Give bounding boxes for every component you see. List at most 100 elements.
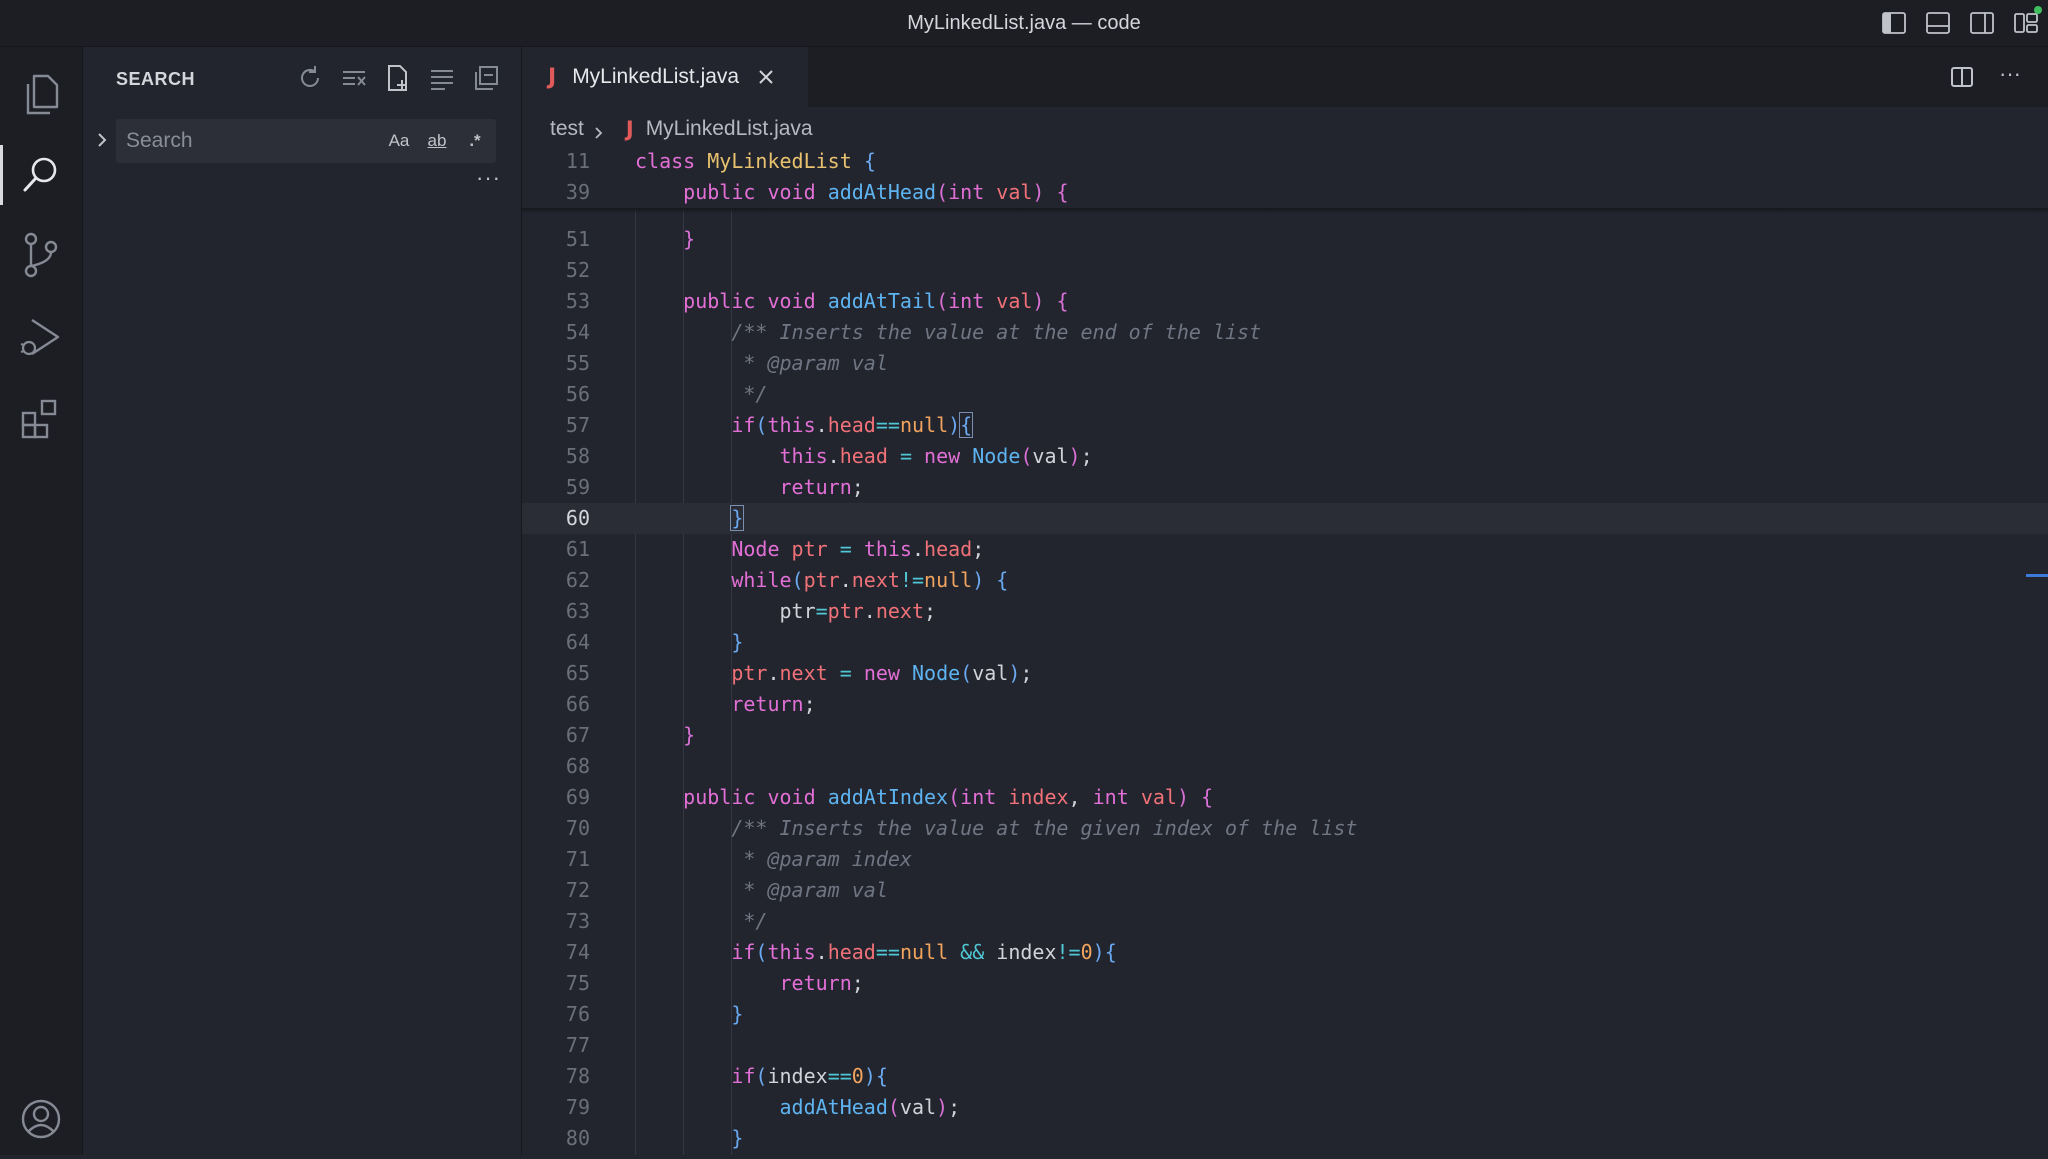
- line-number: 54: [565, 320, 590, 344]
- clear-results-icon[interactable]: [339, 63, 369, 93]
- search-input[interactable]: [126, 119, 366, 163]
- update-indicator-dot: [2034, 6, 2042, 14]
- code-line[interactable]: 70 /** Inserts the value at the given in…: [522, 813, 2048, 844]
- refresh-icon[interactable]: [295, 63, 325, 93]
- code-line[interactable]: 78 if(index==0){: [522, 1061, 2048, 1092]
- line-number: 53: [565, 289, 590, 313]
- code-line[interactable]: 56 */: [522, 379, 2048, 410]
- code-line[interactable]: 76 }: [522, 999, 2048, 1030]
- view-as-tree-icon[interactable]: [427, 63, 457, 93]
- code-line[interactable]: 79 addAtHead(val);: [522, 1092, 2048, 1123]
- match-case-toggle[interactable]: Aa: [384, 127, 414, 155]
- code-line[interactable]: 55 * @param val: [522, 348, 2048, 379]
- code-line[interactable]: 75 return;: [522, 968, 2048, 999]
- code-line[interactable]: 71 * @param index: [522, 844, 2048, 875]
- close-icon[interactable]: [755, 66, 777, 88]
- use-regex-toggle[interactable]: .*: [460, 127, 490, 155]
- code-line[interactable]: 65 ptr.next = new Node(val);: [522, 658, 2048, 689]
- line-content: public void addAtTail(int val) {: [683, 289, 1069, 313]
- line-number: 62: [565, 568, 590, 592]
- code-line[interactable]: 58 this.head = new Node(val);: [522, 441, 2048, 472]
- toggle-primary-sidebar-icon[interactable]: [1880, 10, 1908, 36]
- line-content: }: [730, 505, 745, 531]
- line-number: 78: [565, 1064, 590, 1088]
- line-number: 57: [565, 413, 590, 437]
- line-content: return;: [779, 475, 864, 499]
- tab-label: MyLinkedList.java: [572, 65, 740, 88]
- toggle-panel-icon[interactable]: [1924, 10, 1952, 36]
- code-line[interactable]: 52: [522, 255, 2048, 286]
- line-number: 56: [565, 382, 590, 406]
- code-editor[interactable]: 11 class MyLinkedList {39 public void add…: [522, 146, 2048, 1155]
- code-line[interactable]: 67 }: [522, 720, 2048, 751]
- code-line[interactable]: 66 return;: [522, 689, 2048, 720]
- line-number: 64: [565, 630, 590, 654]
- line-number: 55: [565, 351, 590, 375]
- toggle-secondary-sidebar-icon[interactable]: [1968, 10, 1996, 36]
- code-line[interactable]: 73 */: [522, 906, 2048, 937]
- code-line[interactable]: 11 class MyLinkedList {: [522, 146, 2048, 177]
- line-content: this.head = new Node(val);: [779, 444, 1093, 468]
- code-line[interactable]: 53 public void addAtTail(int val) {: [522, 286, 2048, 317]
- toggle-replace-chevron-icon[interactable]: [91, 129, 113, 151]
- breadcrumb-folder[interactable]: test: [550, 117, 584, 141]
- line-content: public void addAtHead(int val) {: [683, 180, 1069, 204]
- new-search-editor-icon[interactable]: [383, 63, 413, 93]
- code-line[interactable]: 69 public void addAtIndex(int index, int…: [522, 782, 2048, 813]
- code-line[interactable]: 77: [522, 1030, 2048, 1061]
- breadcrumb-file[interactable]: MyLinkedList.java: [646, 117, 813, 141]
- customize-layout-icon[interactable]: [2012, 10, 2040, 36]
- split-editor-icon[interactable]: [1948, 63, 1976, 91]
- search-box: Aa ab .*: [116, 119, 496, 163]
- line-content: */: [731, 909, 768, 933]
- search-icon[interactable]: [0, 135, 82, 215]
- line-number: 67: [565, 723, 590, 747]
- editor-area: J MyLinkedList.java ··· test J MyLinkedL…: [522, 47, 2048, 1155]
- code-line[interactable]: 63 ptr=ptr.next;: [522, 596, 2048, 627]
- line-number: 77: [565, 1033, 590, 1057]
- code-line[interactable]: 64 }: [522, 627, 2048, 658]
- line-content: return;: [731, 692, 816, 716]
- match-whole-word-toggle[interactable]: ab: [422, 127, 452, 155]
- code-line[interactable]: 59 return;: [522, 472, 2048, 503]
- code-line[interactable]: 60 }: [522, 503, 2048, 534]
- chevron-right-icon: [592, 122, 606, 139]
- line-content: }: [731, 1002, 744, 1026]
- code-line[interactable]: 62 while(ptr.next!=null) {: [522, 565, 2048, 596]
- code-line[interactable]: 74 if(this.head==null && index!=0){: [522, 937, 2048, 968]
- run-and-debug-icon[interactable]: [0, 297, 82, 377]
- code-line[interactable]: 80 }: [522, 1123, 2048, 1154]
- line-number: 52: [565, 258, 590, 282]
- line-content: }: [683, 227, 696, 251]
- more-actions-icon[interactable]: ···: [1996, 63, 2024, 91]
- code-line[interactable]: 57 if(this.head==null){: [522, 410, 2048, 441]
- sidebar-title: SEARCH: [116, 69, 196, 89]
- code-line[interactable]: 61 Node ptr = this.head;: [522, 534, 2048, 565]
- extensions-icon[interactable]: [0, 379, 82, 459]
- explorer-icon[interactable]: [0, 55, 82, 135]
- code-line[interactable]: 54 /** Inserts the value at the end of t…: [522, 317, 2048, 348]
- code-line[interactable]: 39 public void addAtHead(int val) {: [522, 177, 2048, 208]
- accounts-icon[interactable]: [0, 1079, 82, 1159]
- line-content: /** Inserts the value at the given index…: [731, 816, 1358, 840]
- line-number: 39: [565, 180, 590, 204]
- line-number: 61: [565, 537, 590, 561]
- line-content: if(this.head==null && index!=0){: [731, 940, 1117, 964]
- search-sidebar: SEARCH Aa ab .* ···: [83, 47, 522, 1155]
- line-content: /** Inserts the value at the end of the …: [731, 320, 1262, 344]
- code-line[interactable]: 68: [522, 751, 2048, 782]
- code-line[interactable]: 72 * @param val: [522, 875, 2048, 906]
- line-content: addAtHead(val);: [779, 1095, 961, 1119]
- search-details-toggle[interactable]: ···: [476, 165, 501, 191]
- window-title: MyLinkedList.java — code: [907, 12, 1141, 34]
- code-line[interactable]: 51 }: [522, 224, 2048, 255]
- search-actions: [295, 63, 501, 93]
- line-content: Node ptr = this.head;: [731, 537, 985, 561]
- source-control-icon[interactable]: [0, 215, 82, 295]
- java-file-icon: J: [625, 117, 634, 141]
- collapse-all-icon[interactable]: [471, 63, 501, 93]
- line-content: ptr.next = new Node(val);: [731, 661, 1033, 685]
- line-content: * @param val: [731, 878, 888, 902]
- line-number: 76: [565, 1002, 590, 1026]
- tab-mylinkedlist-java[interactable]: J MyLinkedList.java: [522, 47, 808, 107]
